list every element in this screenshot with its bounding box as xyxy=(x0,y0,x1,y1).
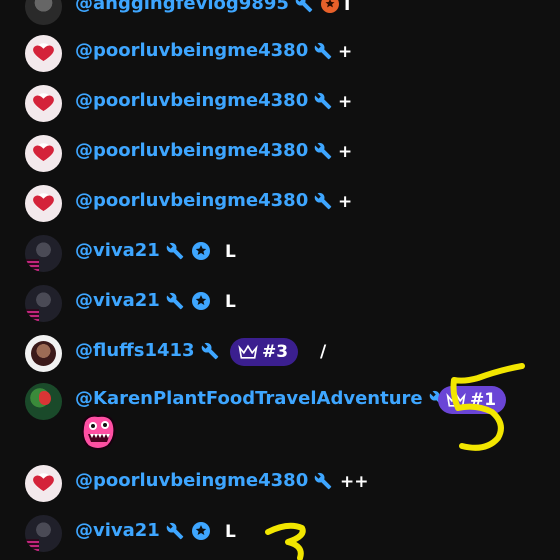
message-text: + xyxy=(338,92,353,112)
wrench-icon xyxy=(314,472,332,490)
live-chat: @anggingfevlog9895 I @poorluvbeingme4380… xyxy=(0,0,560,560)
star-badge-icon xyxy=(191,292,210,310)
avatar[interactable] xyxy=(25,465,62,502)
heart-icon xyxy=(33,95,54,112)
message-text: L xyxy=(225,242,236,262)
message-text: L xyxy=(225,522,236,542)
pink-monster-sticker xyxy=(81,414,116,450)
star-badge-icon xyxy=(191,522,210,540)
message-text: ++ xyxy=(340,472,369,492)
avatar[interactable] xyxy=(25,0,62,25)
avatar[interactable] xyxy=(25,135,62,172)
author-name[interactable]: @anggingfevlog9895 xyxy=(75,0,339,16)
wrench-icon xyxy=(295,0,313,13)
avatar[interactable] xyxy=(25,383,62,420)
author-name[interactable]: @poorluvbeingme4380 xyxy=(75,39,332,63)
crown-icon xyxy=(238,344,258,359)
avatar[interactable] xyxy=(25,185,62,222)
chat-message[interactable]: @poorluvbeingme4380 + xyxy=(0,133,560,173)
author-name[interactable]: @KarenPlantFoodTravelAdventure xyxy=(75,387,447,411)
wrench-icon xyxy=(166,522,184,540)
avatar[interactable] xyxy=(25,515,62,552)
author-name[interactable]: @viva21 xyxy=(75,239,210,263)
heart-icon xyxy=(33,45,54,62)
message-text: I xyxy=(344,0,351,15)
avatar[interactable] xyxy=(25,85,62,122)
heart-icon xyxy=(33,195,54,212)
wrench-icon xyxy=(314,42,332,60)
chat-message[interactable]: @viva21 L xyxy=(0,283,560,323)
avatar-photo xyxy=(39,391,51,405)
avatar[interactable] xyxy=(25,335,62,372)
author-name[interactable]: @poorluvbeingme4380 xyxy=(75,89,332,113)
wrench-icon xyxy=(314,142,332,160)
author-name[interactable]: @viva21 xyxy=(75,289,210,313)
rank-badge: #3 xyxy=(230,338,299,366)
star-badge-icon xyxy=(191,242,210,260)
member-badge-icon xyxy=(320,0,339,13)
wrench-icon xyxy=(201,342,218,360)
author-name[interactable]: @poorluvbeingme4380 xyxy=(75,189,332,213)
author-name[interactable]: @viva21 xyxy=(75,519,210,543)
chat-message[interactable]: @poorluvbeingme4380 + xyxy=(0,33,560,73)
avatar[interactable] xyxy=(25,35,62,72)
wrench-icon xyxy=(166,292,184,310)
message-text: + xyxy=(338,192,353,212)
wrench-icon xyxy=(166,242,184,260)
avatar-decoration xyxy=(25,309,39,321)
heart-icon xyxy=(33,145,54,162)
message-text: + xyxy=(338,142,353,162)
crown-icon xyxy=(446,392,466,407)
chat-message[interactable]: @viva21 L xyxy=(0,513,560,553)
message-text: L xyxy=(225,292,236,312)
author-name[interactable]: @fluffs1413 xyxy=(75,339,219,363)
chat-message[interactable]: @anggingfevlog9895 I xyxy=(0,0,560,26)
avatar-decoration xyxy=(25,259,39,271)
author-name[interactable]: @poorluvbeingme4380 xyxy=(75,469,332,493)
wrench-icon xyxy=(314,92,332,110)
wrench-icon xyxy=(314,192,332,210)
avatar[interactable] xyxy=(25,235,62,272)
author-name[interactable]: @poorluvbeingme4380 xyxy=(75,139,332,163)
chat-message[interactable]: @poorluvbeingme4380 ++ xyxy=(0,463,560,503)
message-text: + xyxy=(338,42,353,62)
message-text: / xyxy=(320,342,327,362)
chat-message[interactable]: @poorluvbeingme4380 + xyxy=(0,183,560,223)
avatar-decoration xyxy=(25,539,39,551)
avatar-photo xyxy=(31,341,56,366)
chat-message[interactable]: @viva21 L xyxy=(0,233,560,273)
rank-badge: #1 xyxy=(438,386,507,414)
chat-message[interactable]: @poorluvbeingme4380 + xyxy=(0,83,560,123)
heart-icon xyxy=(33,475,54,492)
chat-message[interactable]: @fluffs1413 #3 / xyxy=(0,333,560,373)
avatar[interactable] xyxy=(25,285,62,322)
